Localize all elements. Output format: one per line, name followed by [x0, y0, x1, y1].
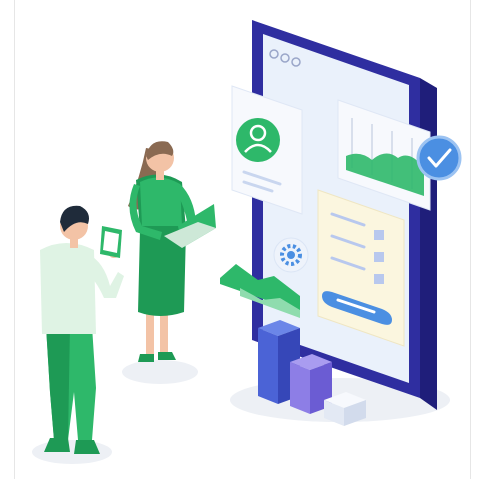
man-figure [40, 205, 124, 454]
floor-shadow-woman [122, 360, 198, 384]
isometric-illustration [32, 20, 462, 464]
smartphone-icon [100, 226, 122, 258]
woman-figure [128, 141, 216, 362]
illustration-scene [0, 0, 485, 479]
settings-gear-icon [273, 237, 309, 273]
phone-side [420, 78, 437, 410]
checkmark-icon [416, 135, 462, 181]
profile-icon [236, 118, 280, 162]
